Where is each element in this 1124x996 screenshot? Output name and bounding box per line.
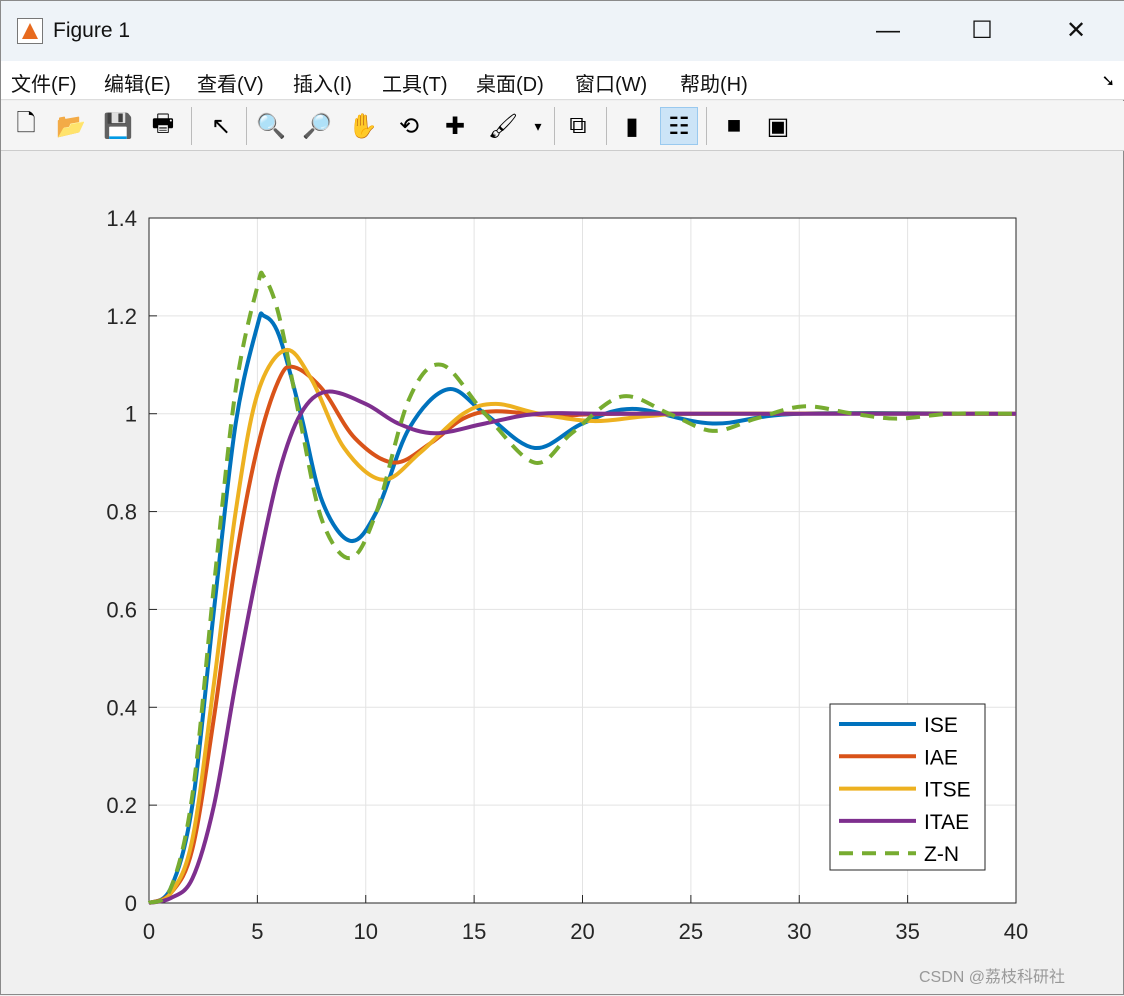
x-tick-label: 30 — [787, 919, 811, 944]
y-tick-label: 0.4 — [106, 695, 137, 720]
x-tick-label: 10 — [354, 919, 378, 944]
x-tick-label: 20 — [570, 919, 594, 944]
y-tick-label: 1.2 — [106, 304, 137, 329]
y-tick-label: 0 — [125, 891, 137, 916]
watermark: CSDN @荔枝科研社 — [919, 963, 1065, 987]
legend: ISE IAE ITSE ITAE Z-N — [830, 704, 985, 870]
y-tick-label: 0.8 — [106, 500, 137, 525]
legend-label: Z-N — [924, 843, 959, 866]
y-tick-label: 0.6 — [106, 597, 137, 622]
legend-label: ISE — [924, 714, 958, 737]
legend-label: IAE — [924, 746, 958, 769]
y-tick-label: 1 — [125, 402, 137, 427]
x-tick-label: 40 — [1004, 919, 1028, 944]
x-tick-label: 25 — [679, 919, 703, 944]
x-tick-label: 0 — [143, 919, 155, 944]
x-tick-label: 35 — [895, 919, 919, 944]
y-tick-label: 0.2 — [106, 793, 137, 818]
legend-label: ITSE — [924, 779, 971, 802]
x-tick-label: 5 — [251, 919, 263, 944]
x-tick-label: 15 — [462, 919, 486, 944]
y-tick-label: 1.4 — [106, 206, 137, 231]
plot-figure: 051015202530354000.20.40.60.811.21.4ISEI… — [1, 1, 1124, 996]
legend-label: ITAE — [924, 811, 969, 834]
